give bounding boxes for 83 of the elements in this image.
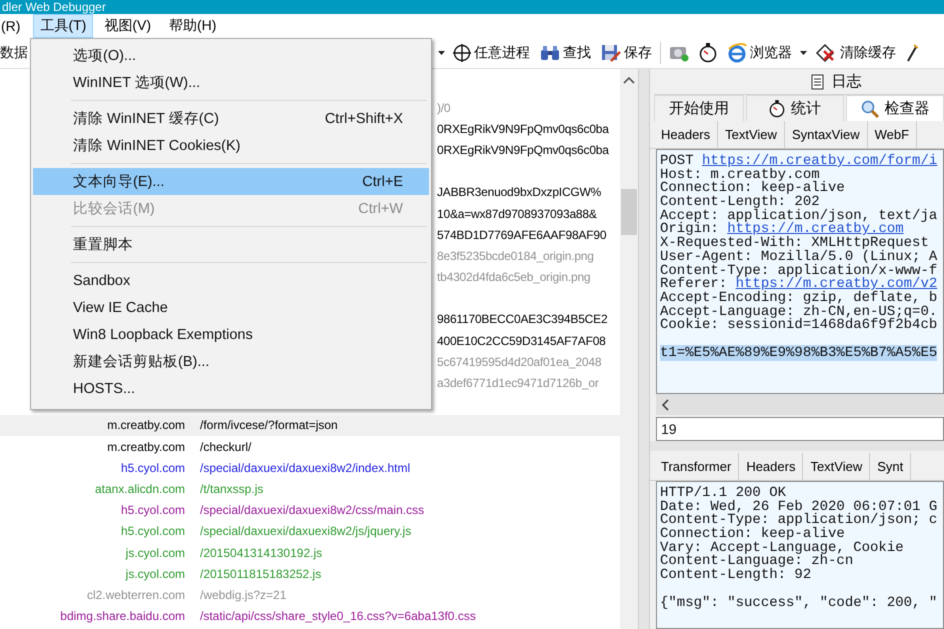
wand-icon [906, 44, 918, 62]
request-body-text: t1=%E5%AE%89%E9%98%B3%E5%B7%A5%E5 [660, 344, 938, 361]
url-cell[interactable]: /2015011815183252.js [200, 566, 322, 581]
menu-item[interactable]: 重置脚本 [33, 231, 429, 258]
url-cell[interactable]: /special/daxuexi/daxuexi8w2/index.html [200, 460, 410, 475]
menu-item[interactable]: 帮助(H) [162, 14, 224, 38]
toolbar-button[interactable]: 查找 [538, 44, 593, 62]
toolbar-button[interactable]: 保存 [599, 44, 654, 62]
panel-tab[interactable]: 检查器 [846, 95, 944, 121]
browser-icon [727, 43, 747, 63]
scroll-left-icon[interactable] [662, 398, 669, 410]
clear-cache-icon [815, 43, 837, 63]
url-cell[interactable]: /static/api/css/share_style0_16.css?v=6aba13f0.css [200, 609, 476, 624]
vertical-scrollbar[interactable] [620, 69, 638, 629]
url-cell[interactable]: JABBR3enuod9bxDxzpICGW% [437, 185, 602, 200]
url-cell[interactable]: 0RXEgRikV9N9FpQmv0qs6c0ba [437, 142, 609, 157]
binoculars-icon [540, 45, 560, 61]
url-cell[interactable]: /checkurl/ [200, 440, 252, 454]
toolbar-button[interactable]: 任意进程 [451, 44, 532, 62]
scrollbar-thumb[interactable] [621, 189, 637, 235]
menu-item[interactable]: Sandbox [33, 267, 429, 294]
menu-item[interactable]: 文本向导(E)... Ctrl+E [33, 168, 429, 195]
menu-item[interactable]: 新建会话剪贴板(B)... [33, 348, 429, 375]
panel-tab[interactable]: 开始使用 [654, 95, 744, 121]
host-cell[interactable]: js.cyol.com [0, 546, 200, 560]
url-cell[interactable]: 9861170BECC0AE3C394B5CE2 [437, 312, 608, 326]
menu-item[interactable]: 清除 WinINET Cookies(K) [33, 132, 429, 159]
header-text: User-Agent: Mozilla/5.0 (Linux; A [660, 248, 938, 265]
header-text: Referer: [660, 276, 728, 292]
url-cell[interactable]: /special/daxuexi/daxuexi8w2/css/main.css [200, 503, 424, 518]
horizontal-scrollbar[interactable] [656, 394, 944, 415]
toolbar-button[interactable]: 清除缓存 [813, 43, 898, 63]
menu-item[interactable]: Win8 Loopback Exemptions [33, 321, 429, 348]
host-cell[interactable]: m.creatby.com [0, 418, 200, 432]
url-cell[interactable]: /special/daxuexi/daxuexi8w2/js/jquery.js [200, 524, 412, 538]
caret-icon[interactable] [800, 51, 807, 55]
panel-tab[interactable]: 统计 [746, 95, 844, 121]
response-body-text: {"msg": "success", "code": 200, " [660, 594, 938, 610]
menu-item[interactable]: 清除 WinINET 缓存(C) Ctrl+Shift+X [33, 105, 429, 132]
host-cell[interactable]: m.creatby.com [0, 440, 200, 454]
camera-icon [669, 44, 689, 62]
url-cell[interactable]: 400E10C2CC59D3145AF7AF08 [437, 334, 606, 348]
header-text: HTTP/1.1 200 OK [660, 485, 786, 501]
menu-item[interactable]: (R) [0, 14, 28, 38]
host-cell[interactable]: bdimg.share.baidu.com [0, 609, 200, 624]
header-text: Accept-Encoding: gzip, deflate, b [660, 290, 938, 306]
host-cell[interactable]: h5.cyol.com [0, 460, 200, 475]
url-cell[interactable]: /2015041314130192.js [200, 546, 322, 560]
save-icon [601, 44, 621, 62]
toolbar-button[interactable]: 浏览器 [725, 43, 794, 63]
header-text: Content-Type: application/x-www-f [660, 262, 938, 278]
header-text: Connection: keep-alive [660, 526, 845, 542]
host-cell[interactable]: js.cyol.com [0, 566, 200, 581]
menu-item[interactable]: WinINET 选项(W)... [33, 69, 429, 96]
stopwatch-icon [699, 43, 717, 63]
header-text: POST [660, 153, 694, 169]
header-text: Cookie: sessionid=1468da6f9f2b4cb [660, 317, 938, 334]
menu-item[interactable]: 工具(T) [33, 14, 94, 38]
header-text: Content-Length: 92 [660, 567, 812, 584]
notepad-icon [810, 74, 824, 90]
host-cell[interactable]: atanx.alicdn.com [0, 482, 200, 496]
timer-icon[interactable] [697, 43, 719, 63]
url-cell[interactable]: 0RXEgRikV9N9FpQmv0qs6c0ba [437, 122, 609, 136]
host-cell[interactable]: h5.cyol.com [0, 503, 200, 518]
url-cell[interactable]: /t/tanxssp.js [200, 482, 264, 496]
url-cell[interactable]: /form/ivcese/?format=json [200, 418, 338, 432]
stopwatch-icon [769, 100, 786, 118]
caret-icon[interactable] [438, 51, 445, 55]
menu-item[interactable]: View IE Cache [33, 294, 429, 321]
url-cell[interactable]: 574BD1D7769AFE6AAF98AF90 [437, 228, 606, 242]
header-text: Origin: [660, 221, 719, 238]
menu-item[interactable]: HOSTS... [33, 375, 429, 402]
url-cell[interactable]: 10&a=wx87d9708937093a88& [437, 206, 597, 221]
menu-item[interactable]: 选项(O)... [33, 42, 429, 69]
url-link[interactable]: https://m.creatby.com/form/i [702, 153, 938, 169]
window-title: dler Web Debugger [2, 0, 106, 14]
scroll-up-icon[interactable] [623, 77, 635, 84]
menu-item[interactable]: 视图(V) [97, 14, 158, 38]
camera-icon[interactable] [667, 44, 691, 62]
crosshair-icon [453, 44, 471, 62]
input-field[interactable]: 19 [656, 417, 944, 441]
host-cell[interactable]: h5.cyol.com [0, 524, 200, 538]
magnifier-icon [860, 100, 879, 118]
